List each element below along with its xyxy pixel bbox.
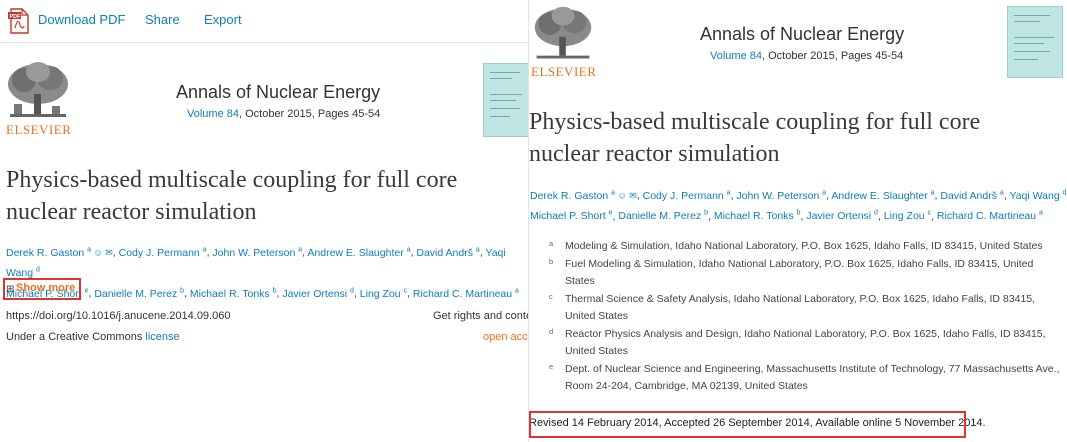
author-name[interactable]: Richard C. Martineau a xyxy=(413,287,519,300)
author-name[interactable]: Richard C. Martineau a xyxy=(937,209,1043,223)
pdf-file-icon: PDF xyxy=(8,8,29,34)
author-list: Derek R. Gaston a ☺ ✉, Cody J. Permann a… xyxy=(6,241,528,303)
author-name[interactable]: John W. Peterson a xyxy=(212,246,302,259)
author-line-1: Derek R. Gaston a ☺ ✉, Cody J. Permann a… xyxy=(530,184,1067,205)
author-separator: , xyxy=(636,189,643,202)
author-name[interactable]: David Andrš a xyxy=(416,246,479,259)
pdf-icon-text: PDF xyxy=(10,14,22,20)
affiliation-text: Modeling & Simulation, Idaho National La… xyxy=(565,240,1043,252)
author-affiliation-marker: a xyxy=(515,287,519,294)
article-toolbar: PDF Download PDF Share Export xyxy=(0,0,528,43)
email-icon[interactable]: ✉ xyxy=(627,191,637,201)
affiliation-label: e xyxy=(549,361,554,371)
affiliations-list: a Modeling & Simulation, Idaho National L… xyxy=(549,238,1061,396)
issue-details: , October 2015, Pages 45-54 xyxy=(761,50,904,62)
affiliation-label: b xyxy=(549,256,554,266)
author-name[interactable]: Ling Zou c xyxy=(884,210,931,223)
author-name[interactable]: Derek R. Gaston a xyxy=(6,246,91,259)
elsevier-logo[interactable]: ELSEVIER xyxy=(531,4,601,82)
author-separator: , xyxy=(112,246,119,259)
author-name[interactable]: Javier Ortensi d xyxy=(806,210,878,223)
author-name[interactable]: Cody J. Permann a xyxy=(119,246,207,259)
affiliation-item: c Thermal Science & Safety Analysis, Idah… xyxy=(549,291,1061,326)
author-name[interactable]: Derek R. Gaston a xyxy=(530,189,615,202)
author-name[interactable]: Michael R. Tonks b xyxy=(190,287,277,300)
author-affiliation-marker: d xyxy=(1062,189,1067,196)
email-icon[interactable]: ✉ xyxy=(103,248,113,258)
affiliation-text: Fuel Modeling & Simulation, Idaho Nation… xyxy=(565,257,1034,288)
get-rights-link[interactable]: Get rights and conte xyxy=(433,310,528,322)
person-icon[interactable]: ☺ xyxy=(615,191,627,201)
author-name[interactable]: Michael P. Short e xyxy=(530,210,613,223)
export-button[interactable]: Export xyxy=(204,12,242,27)
issue-details: , October 2015, Pages 45-54 xyxy=(238,108,381,120)
author-separator: , xyxy=(877,210,884,222)
author-name[interactable]: Michael R. Tonks b xyxy=(714,210,801,223)
article-title-line1: Physics-based multiscale coupling for fu… xyxy=(6,167,458,193)
author-name[interactable]: Ling Zou c xyxy=(360,287,407,300)
open-access-badge[interactable]: open acce xyxy=(483,331,528,343)
author-line-2: Michael P. Short e, Danielle M. Perez b,… xyxy=(530,205,1067,226)
journal-cover-thumbnail[interactable] xyxy=(1007,6,1063,78)
journal-title[interactable]: Annals of Nuclear Energy xyxy=(176,82,380,103)
affiliation-text: Thermal Science & Safety Analysis, Idaho… xyxy=(565,292,1036,323)
affiliation-label: c xyxy=(549,291,553,301)
affiliation-item: a Modeling & Simulation, Idaho National L… xyxy=(549,238,1061,256)
article-title-line2: nuclear reactor simulation xyxy=(6,199,257,225)
issue-info: Volume 84, October 2015, Pages 45-54 xyxy=(187,108,380,120)
affiliation-item: e Dept. of Nuclear Science and Engineerin… xyxy=(549,361,1061,396)
author-name[interactable]: David Andrš a xyxy=(940,189,1003,202)
author-affiliation-marker: d xyxy=(35,266,40,274)
left-article-view: PDF Download PDF Share Export ELSEVIER A… xyxy=(0,0,528,442)
author-name[interactable]: Danielle M. Perez b xyxy=(618,210,708,223)
article-title: Physics-based multiscale coupling for fu… xyxy=(6,164,526,228)
license-link[interactable]: license xyxy=(145,331,179,343)
issue-info: Volume 84, October 2015, Pages 45-54 xyxy=(710,50,903,62)
author-list: Derek R. Gaston a ☺ ✉, Cody J. Permann a… xyxy=(530,184,1067,225)
right-article-view: ELSEVIER Annals of Nuclear Energy Volume… xyxy=(528,0,1067,442)
journal-cover-thumbnail[interactable] xyxy=(483,63,528,137)
author-name[interactable]: Yaqi Wang d xyxy=(1009,189,1067,202)
author-line-1: Derek R. Gaston a ☺ ✉, Cody J. Permann a… xyxy=(6,241,528,282)
author-name[interactable]: John W. Peterson a xyxy=(736,189,826,202)
highlight-box-show-more xyxy=(3,278,81,300)
person-icon[interactable]: ☺ xyxy=(91,248,103,258)
author-name[interactable]: Danielle M. Perez b xyxy=(94,287,184,300)
author-name[interactable]: Andrew E. Slaughter a xyxy=(307,246,410,259)
author-name[interactable]: Cody J. Permann a xyxy=(643,189,731,202)
volume-link[interactable]: Volume 84 xyxy=(187,108,239,120)
author-name[interactable]: Javier Ortensi d xyxy=(282,287,354,300)
affiliation-text: Reactor Physics Analysis and Design, Ida… xyxy=(565,327,1046,358)
affiliation-item: d Reactor Physics Analysis and Design, Id… xyxy=(549,326,1061,361)
affiliation-label: a xyxy=(549,239,554,248)
affiliation-label: d xyxy=(549,326,554,336)
author-separator: , xyxy=(353,287,360,300)
license-prefix: Under a Creative Commons xyxy=(6,331,146,343)
article-title-line2: nuclear reactor simulation xyxy=(529,141,780,167)
license-info: Under a Creative Commons license xyxy=(6,331,180,343)
share-button[interactable]: Share xyxy=(145,12,180,27)
publisher-name: ELSEVIER xyxy=(531,64,597,79)
author-line-2: Michael P. Short e, Danielle M. Perez b,… xyxy=(6,282,528,303)
elsevier-tree-icon xyxy=(534,6,592,59)
publisher-name: ELSEVIER xyxy=(6,122,72,137)
affiliation-text: Dept. of Nuclear Science and Engineering… xyxy=(565,362,1060,393)
elsevier-logo[interactable]: ELSEVIER xyxy=(4,60,74,138)
download-pdf-button[interactable]: Download PDF xyxy=(38,12,125,27)
author-affiliation-marker: a xyxy=(1039,209,1043,217)
author-name[interactable]: Andrew E. Slaughter a xyxy=(831,189,934,202)
article-title-line1: Physics-based multiscale coupling for fu… xyxy=(529,109,981,135)
article-title: Physics-based multiscale coupling for fu… xyxy=(529,106,1067,170)
volume-link[interactable]: Volume 84 xyxy=(710,50,762,62)
doi-link[interactable]: https://doi.org/10.1016/j.anucene.2014.0… xyxy=(6,310,230,322)
elsevier-tree-icon xyxy=(8,62,68,117)
journal-title[interactable]: Annals of Nuclear Energy xyxy=(700,24,904,45)
highlight-box-history xyxy=(529,411,966,438)
affiliation-item: b Fuel Modeling & Simulation, Idaho Natio… xyxy=(549,256,1061,291)
